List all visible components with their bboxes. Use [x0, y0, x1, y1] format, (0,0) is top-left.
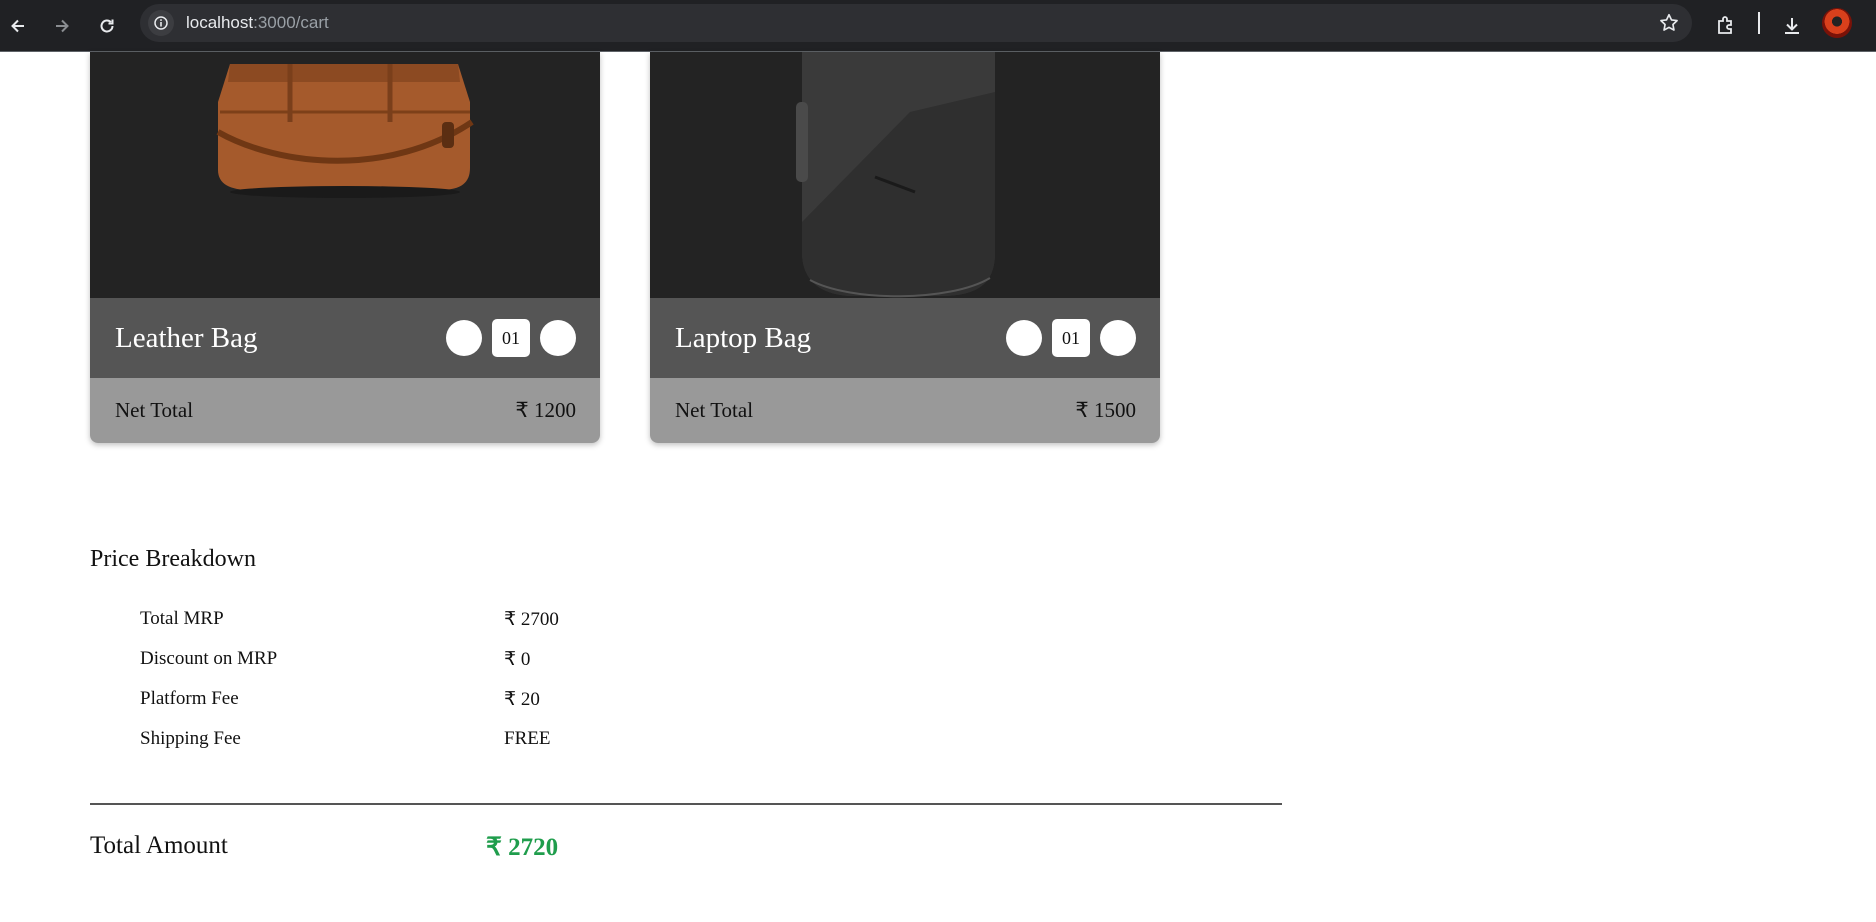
net-total-value: ₹ 1200 — [515, 398, 576, 422]
profile-avatar[interactable] — [1822, 8, 1852, 38]
breakdown-row-discount: Discount on MRP ₹ 0 — [140, 648, 600, 674]
laptop-bag-image — [796, 52, 995, 298]
breakdown-label: Total MRP — [140, 608, 224, 629]
product-image — [90, 52, 600, 298]
cart-item-card: Laptop Bag 01 Net Total ₹ 1500 — [650, 52, 1160, 443]
breakdown-label: Platform Fee — [140, 688, 239, 709]
leather-bag-image — [216, 64, 474, 198]
url-text[interactable]: localhost:3000/cart — [186, 13, 329, 33]
net-total-label: Net Total — [115, 398, 194, 422]
address-bar[interactable]: localhost:3000/cart — [140, 4, 1692, 42]
quantity-value: 01 — [1052, 319, 1090, 357]
breakdown-value: ₹ 20 — [504, 689, 540, 710]
cart-item-footer: Net Total ₹ 1200 — [90, 378, 600, 443]
breakdown-value: ₹ 2700 — [504, 609, 559, 630]
url-host: localhost — [186, 13, 254, 32]
url-path: :3000/cart — [253, 13, 329, 32]
breakdown-row-platform-fee: Platform Fee ₹ 20 — [140, 688, 600, 714]
cart-item-header: Leather Bag 01 — [90, 298, 600, 378]
breakdown-value: ₹ 0 — [504, 649, 531, 670]
toolbar-separator — [1758, 12, 1760, 34]
back-arrow-icon[interactable] — [1, 9, 35, 43]
breakdown-row-shipping-fee: Shipping Fee FREE — [140, 728, 600, 754]
browser-toolbar: localhost:3000/cart — [0, 0, 1876, 52]
decrease-quantity-button[interactable] — [446, 320, 482, 356]
decrease-quantity-button[interactable] — [1006, 320, 1042, 356]
cart-item-card: Leather Bag 01 Net Total ₹ 1200 — [90, 52, 600, 443]
bookmark-star-icon[interactable] — [1658, 12, 1680, 34]
product-name: Laptop Bag — [675, 321, 812, 354]
download-icon[interactable] — [1775, 9, 1809, 43]
quantity-stepper: 01 — [1006, 319, 1136, 357]
breakdown-row-total-mrp: Total MRP ₹ 2700 — [140, 608, 600, 634]
total-amount-value: ₹ 2720 — [486, 834, 559, 861]
quantity-stepper: 01 — [446, 319, 576, 357]
extensions-icon[interactable] — [1709, 9, 1743, 43]
net-total-label: Net Total — [675, 398, 754, 422]
product-name: Leather Bag — [115, 321, 258, 354]
product-image — [650, 52, 1160, 298]
forward-arrow-icon[interactable] — [45, 9, 79, 43]
breakdown-label: Shipping Fee — [140, 728, 241, 749]
quantity-value: 01 — [492, 319, 530, 357]
total-amount-label: Total Amount — [90, 832, 228, 859]
reload-icon[interactable] — [90, 9, 124, 43]
breakdown-label: Discount on MRP — [140, 648, 278, 669]
cart-item-footer: Net Total ₹ 1500 — [650, 378, 1160, 443]
increase-quantity-button[interactable] — [1100, 320, 1136, 356]
cart-item-header: Laptop Bag 01 — [650, 298, 1160, 378]
total-divider — [90, 803, 1282, 805]
breakdown-value: FREE — [504, 728, 551, 749]
net-total-value: ₹ 1500 — [1075, 398, 1136, 422]
price-breakdown-title: Price Breakdown — [90, 546, 256, 572]
increase-quantity-button[interactable] — [540, 320, 576, 356]
site-info-icon[interactable] — [148, 10, 174, 36]
